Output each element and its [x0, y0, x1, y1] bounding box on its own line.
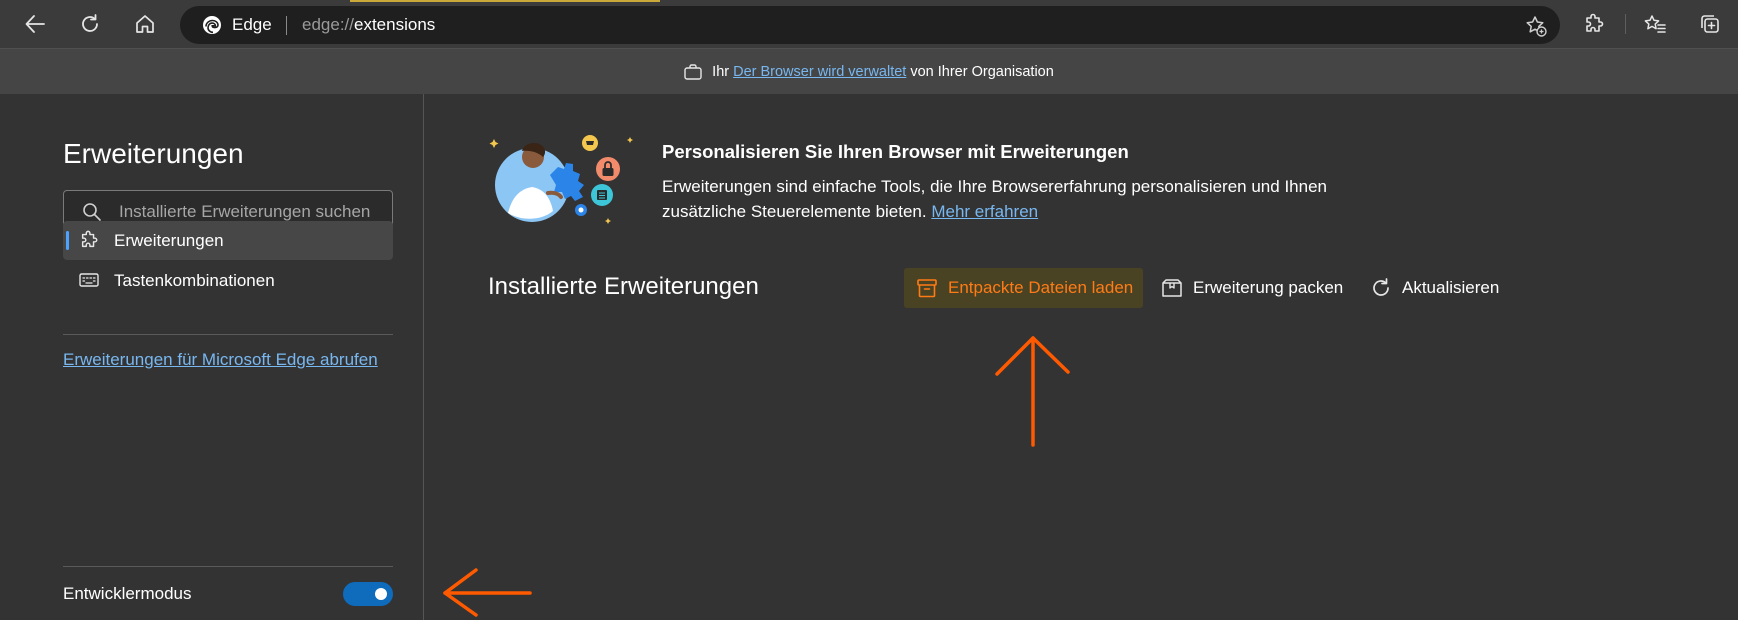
- archive-box-icon: [916, 277, 938, 299]
- sidebar-item-extensions[interactable]: Erweiterungen: [63, 221, 393, 260]
- edge-logo-icon: [202, 15, 222, 35]
- keyboard-icon: [79, 270, 99, 290]
- puzzle-icon: [1583, 13, 1605, 35]
- sidebar-divider: [63, 334, 393, 335]
- favorites-list-icon: [1644, 13, 1666, 35]
- toolbar-divider: [1625, 14, 1626, 34]
- sidebar: Erweiterungen Erweiterungen Tastenkombin…: [0, 94, 424, 620]
- load-unpacked-label: Entpackte Dateien laden: [948, 278, 1134, 297]
- briefcase-icon: [684, 63, 702, 80]
- collections-button[interactable]: [1693, 7, 1727, 41]
- url-text[interactable]: edge://extensions: [302, 15, 435, 35]
- puzzle-icon: [79, 230, 99, 250]
- developer-mode-label: Entwicklermodus: [63, 584, 192, 603]
- toggle-knob: [375, 588, 387, 600]
- star-add-icon[interactable]: [1524, 14, 1548, 38]
- hero-title: Personalisieren Sie Ihren Browser mit Er…: [662, 141, 1129, 162]
- address-bar[interactable]: Edge edge://extensions: [180, 6, 1560, 44]
- url-scheme: edge://: [302, 15, 354, 34]
- managed-link[interactable]: Der Browser wird verwaltet: [733, 64, 906, 80]
- refresh-icon: [1370, 277, 1392, 299]
- sidebar-item-label: Tastenkombinationen: [114, 271, 275, 290]
- hero-description: Erweiterungen sind einfache Tools, die I…: [662, 174, 1342, 224]
- address-separator: [286, 16, 287, 35]
- home-button[interactable]: [128, 7, 162, 41]
- sidebar-item-label: Erweiterungen: [114, 231, 224, 250]
- arrow-left-icon: [24, 13, 46, 35]
- url-host: extensions: [354, 15, 436, 34]
- learn-more-link[interactable]: Mehr erfahren: [931, 202, 1038, 221]
- refresh-icon: [79, 13, 101, 35]
- annotation-arrow-up: [995, 336, 1070, 447]
- installed-extensions-heading: Installierte Erweiterungen: [488, 273, 759, 300]
- annotation-arrow-left: [443, 568, 532, 617]
- active-indicator: [66, 231, 69, 250]
- tab-accent-line: [350, 0, 660, 2]
- update-button[interactable]: Aktualisieren: [1370, 268, 1499, 308]
- browser-toolbar: Edge edge://extensions: [0, 0, 1738, 48]
- collections-icon: [1699, 13, 1721, 35]
- sidebar-title: Erweiterungen: [63, 138, 244, 169]
- extensions-button[interactable]: [1577, 7, 1611, 41]
- load-unpacked-button[interactable]: Entpackte Dateien laden: [904, 268, 1144, 308]
- store-link[interactable]: Erweiterungen für Microsoft Edge abrufen: [63, 350, 378, 370]
- package-icon: [1161, 277, 1183, 299]
- search-icon: [82, 202, 102, 222]
- refresh-button[interactable]: [73, 7, 107, 41]
- browser-name: Edge: [232, 15, 272, 34]
- update-label: Aktualisieren: [1402, 278, 1500, 297]
- managed-browser-banner: Ihr Der Browser wird verwaltet von Ihrer…: [0, 48, 1738, 94]
- sidebar-item-shortcuts[interactable]: Tastenkombinationen: [63, 261, 393, 300]
- extensions-illustration: [488, 133, 638, 228]
- managed-prefix: Ihr: [712, 63, 730, 80]
- back-button[interactable]: [18, 7, 52, 41]
- managed-suffix: von Ihrer Organisation: [910, 63, 1054, 80]
- home-icon: [134, 13, 156, 35]
- pack-extension-button[interactable]: Erweiterung packen: [1161, 268, 1343, 308]
- developer-mode-toggle[interactable]: [343, 582, 393, 606]
- sidebar-divider: [63, 566, 393, 567]
- pack-extension-label: Erweiterung packen: [1193, 278, 1344, 297]
- favorites-button[interactable]: [1638, 7, 1672, 41]
